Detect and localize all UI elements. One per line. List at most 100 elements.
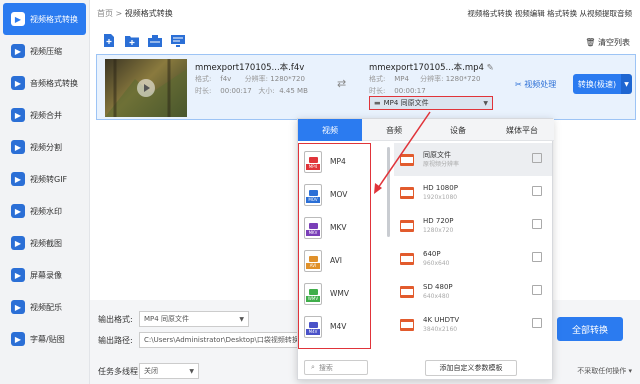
preset-item[interactable]: HD 1080P 1920x1080	[394, 176, 552, 209]
convert-all-button[interactable]: 全部转换	[557, 317, 623, 341]
search-icon: ⌕	[311, 363, 315, 371]
edit-icon[interactable]	[532, 153, 542, 163]
sidebar-item[interactable]: ▶ 视频截图	[3, 227, 86, 259]
convert-dropdown-icon[interactable]: ▼	[621, 74, 632, 94]
source-size-label: 大小:	[258, 87, 275, 95]
tab-video[interactable]: 视频	[298, 119, 362, 141]
film-icon	[400, 285, 414, 298]
breadcrumb-home[interactable]: 首页	[97, 9, 113, 18]
film-icon: ▬	[374, 99, 381, 107]
edit-icon[interactable]	[532, 252, 542, 262]
source-format: f4v	[220, 75, 232, 83]
output-path-field[interactable]: C:\Users\Administrator\Desktop\口袋视频转换	[139, 332, 299, 348]
sidebar-item[interactable]: ▶ 视频配乐	[3, 291, 86, 323]
scissors-icon: ✂	[515, 80, 525, 89]
after-convert-select[interactable]: 不采取任何操作 ▾	[577, 366, 632, 376]
sidebar-item[interactable]: ▶ 字幕/贴图	[3, 323, 86, 355]
tab-audio[interactable]: 音频	[362, 119, 426, 141]
sidebar-item[interactable]: ▶ 屏幕录像	[3, 259, 86, 291]
film-icon	[400, 252, 414, 265]
edit-icon[interactable]	[532, 219, 542, 229]
film-icon	[400, 153, 414, 166]
gif-icon: ▶	[11, 172, 25, 186]
sidebar-item-label: 视频格式转换	[30, 14, 78, 24]
video-thumbnail[interactable]	[105, 59, 187, 117]
sidebar-item-label: 字幕/贴图	[30, 334, 65, 344]
sidebar-item[interactable]: ▶ 视频分割	[3, 131, 86, 163]
convert-arrow-icon: ⇄	[337, 77, 347, 90]
preset-item[interactable]: SD 480P 640x480	[394, 275, 552, 308]
preset-subtitle: 原视频分辨率	[423, 160, 460, 168]
sidebar-item[interactable]: ▶ 视频格式转换	[3, 3, 86, 35]
preset-item[interactable]: HD 720P 1280x720	[394, 209, 552, 242]
film-icon	[400, 318, 414, 331]
source-size: 4.45 MB	[279, 87, 308, 95]
after-convert-value: 不采取任何操作	[577, 367, 627, 375]
add-template-button[interactable]: 添加自定义参数模板	[425, 360, 517, 376]
music-icon: ▶	[11, 300, 25, 314]
source-format-label: 格式:	[195, 75, 212, 83]
video-compress-icon: ▶	[11, 44, 25, 58]
output-resolution: 1280*720	[445, 75, 481, 83]
subtitle-icon: ▶	[11, 332, 25, 346]
format-search-placeholder: 搜索	[318, 363, 333, 372]
output-meta-row-1: 格式: MP4 分辨率: 1280*720	[369, 73, 480, 85]
breadcrumb-current: 视频格式转换	[124, 9, 173, 18]
preset-item[interactable]: 640P 960x640	[394, 242, 552, 275]
add-file-icon[interactable]	[102, 34, 116, 47]
add-folder-icon[interactable]	[125, 34, 139, 47]
tab-media-platform[interactable]: 媒体平台	[490, 119, 554, 141]
sidebar-item-label: 视频配乐	[30, 302, 62, 312]
screen-record-icon: ▶	[11, 268, 25, 282]
sidebar-item[interactable]: ▶ 视频合并	[3, 99, 86, 131]
preset-subtitle: 1280x720	[423, 226, 454, 234]
preset-title: 同原文件	[423, 150, 451, 159]
play-icon[interactable]	[137, 79, 155, 97]
tab-device[interactable]: 设备	[426, 119, 490, 141]
sidebar-item-label: 屏幕录像	[30, 270, 62, 280]
sidebar-item[interactable]: ▶ 音频格式转换	[3, 67, 86, 99]
edit-name-icon[interactable]: ✎	[487, 63, 494, 73]
format-list-scrollbar[interactable]	[387, 147, 390, 237]
thread-select[interactable]: 关闭 ▼	[139, 363, 199, 379]
sidebar-item[interactable]: ▶ 视频转GIF	[3, 163, 86, 195]
film-icon	[400, 219, 414, 232]
edit-icon[interactable]	[532, 285, 542, 295]
output-duration: 00:00:17	[394, 87, 426, 95]
output-format-field[interactable]: MP4 同原文件 ▼	[139, 311, 249, 327]
sidebar-item[interactable]: ▶ 视频压缩	[3, 35, 86, 67]
source-resolution: 1280*720	[270, 75, 305, 83]
preset-item[interactable]: 4K UHDTV 3840x2160	[394, 308, 552, 341]
output-format: MP4	[394, 75, 409, 83]
preset-item[interactable]: 同原文件 原视频分辨率	[394, 143, 552, 176]
sidebar-item-label: 视频水印	[30, 206, 62, 216]
sidebar-item-label: 音频格式转换	[30, 78, 78, 88]
edit-icon[interactable]	[532, 186, 542, 196]
format-search-input[interactable]: ⌕ 搜索	[304, 360, 368, 375]
sidebar-item-label: 视频压缩	[30, 46, 62, 56]
video-merge-icon: ▶	[11, 108, 25, 122]
file-row[interactable]: mmexport170105...本.f4v 格式: f4v 分辨率: 1280…	[96, 54, 636, 120]
preset-list: 同原文件 原视频分辨率 HD 1080P 1920x1080 HD 720P 1280x7…	[394, 143, 552, 351]
breadcrumb: 首页 > 视频格式转换	[97, 8, 173, 19]
breadcrumb-separator: >	[115, 9, 123, 18]
output-format-select[interactable]: ▬ MP4 同原文件 ▼	[369, 96, 493, 110]
trash-icon: 🗑	[585, 38, 598, 47]
screen-icon[interactable]	[171, 34, 185, 47]
preset-title: 4K UHDTV	[423, 315, 460, 324]
edit-icon[interactable]	[532, 318, 542, 328]
audio-convert-icon: ▶	[11, 76, 25, 90]
output-format-select-value: MP4 同原文件	[383, 99, 429, 107]
convert-button[interactable]: 转换(极速)	[573, 74, 621, 94]
top-links[interactable]: 视频格式转换 视频编辑 格式转换 从视频提取音频	[467, 8, 632, 19]
source-duration: 00:00:17	[220, 87, 252, 95]
source-duration-label: 时长:	[195, 87, 212, 95]
clear-list-button[interactable]: 🗑 清空列表	[585, 37, 630, 48]
batch-icon[interactable]	[148, 34, 162, 47]
sidebar-item[interactable]: ▶ 视频水印	[3, 195, 86, 227]
preset-item[interactable]: 4K Full Aperture	[394, 341, 552, 351]
source-meta-row-2: 时长: 00:00:17 大小: 4.45 MB	[195, 85, 308, 97]
preset-subtitle: 640x480	[423, 292, 450, 300]
video-process-button[interactable]: ✂ 视频处理	[515, 79, 556, 90]
watermark-icon: ▶	[11, 204, 25, 218]
